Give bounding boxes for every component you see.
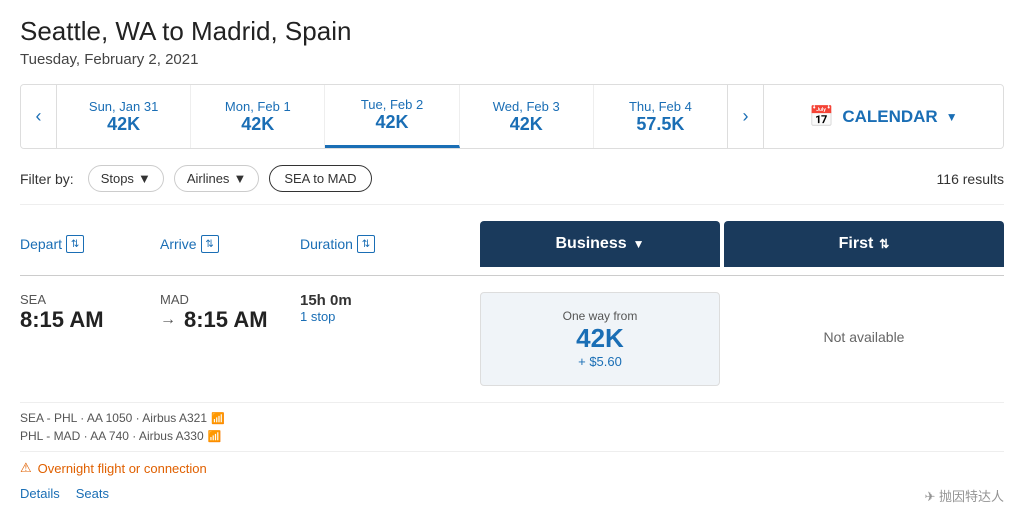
arrive-col: MAD → 8:15 AM (160, 292, 300, 333)
date-item-0[interactable]: Sun, Jan 31 42K (57, 85, 191, 148)
first-label: First (839, 235, 874, 253)
duration-col-header[interactable]: Duration ⇅ (300, 235, 480, 253)
business-price-cell[interactable]: One way from 42K + $5.60 (480, 292, 720, 386)
duration-sort-icon: ⇅ (357, 235, 375, 253)
date-label-2: Tue, Feb 2 (361, 97, 423, 112)
stops-filter[interactable]: Stops ▼ (88, 165, 164, 192)
flight-row: SEA 8:15 AM MAD → 8:15 AM 15h 0m 1 stop … (20, 276, 1004, 403)
arrive-col-header[interactable]: Arrive ⇅ (160, 235, 300, 253)
business-price-points: 42K (576, 323, 624, 354)
depart-col-header[interactable]: Depart ⇅ (20, 235, 160, 253)
first-not-available: Not available (824, 329, 905, 345)
first-col-header[interactable]: First ⇅ (724, 221, 1004, 267)
depart-sort-icon: ⇅ (66, 235, 84, 253)
stops-label: Stops (101, 171, 134, 186)
duration-label: Duration (300, 236, 353, 252)
stops-value[interactable]: 1 stop (300, 309, 480, 324)
date-label-1: Mon, Feb 1 (225, 99, 291, 114)
business-label: Business (555, 235, 626, 253)
segment-1: PHL - MAD · AA 740 · Airbus A330 📶 (20, 429, 1004, 443)
date-item-2[interactable]: Tue, Feb 2 42K (325, 85, 459, 148)
page-subtitle: Tuesday, February 2, 2021 (20, 51, 1004, 68)
wifi-0-icon: 📶 (211, 412, 225, 425)
arrive-time: 8:15 AM (184, 307, 268, 333)
date-nav: ‹ Sun, Jan 31 42K Mon, Feb 1 42K Tue, Fe… (20, 84, 1004, 149)
date-points-3: 42K (510, 114, 543, 135)
stops-chevron-icon: ▼ (138, 171, 151, 186)
calendar-label: CALENDAR (842, 107, 937, 127)
overnight-text: Overnight flight or connection (38, 461, 207, 476)
date-label-0: Sun, Jan 31 (89, 99, 158, 114)
filter-row: Filter by: Stops ▼ Airlines ▼ SEA to MAD… (20, 165, 1004, 205)
date-points-2: 42K (375, 112, 408, 133)
airlines-chevron-icon: ▼ (233, 171, 246, 186)
depart-arrow-icon: → (160, 311, 176, 329)
duration-col: 15h 0m 1 stop (300, 292, 480, 324)
watermark: ✈ 抛因特达人 (924, 486, 1004, 505)
results-count: 116 results (937, 171, 1004, 187)
details-link[interactable]: Details (20, 486, 60, 501)
date-item-4[interactable]: Thu, Feb 4 57.5K (594, 85, 727, 148)
results-header: Depart ⇅ Arrive ⇅ Duration ⇅ Business ▼ … (20, 221, 1004, 276)
first-price-cell: Not available (724, 292, 1004, 382)
date-item-3[interactable]: Wed, Feb 3 42K (460, 85, 594, 148)
next-arrow[interactable]: › (727, 85, 763, 148)
date-points-1: 42K (241, 114, 274, 135)
depart-label: Depart (20, 236, 62, 252)
route-tag[interactable]: SEA to MAD (269, 165, 371, 192)
overnight-warning: ⚠ Overnight flight or connection (20, 460, 1004, 476)
business-price-cash: + $5.60 (578, 354, 622, 369)
page-title: Seattle, WA to Madrid, Spain (20, 16, 1004, 47)
date-list: Sun, Jan 31 42K Mon, Feb 1 42K Tue, Feb … (57, 85, 727, 148)
date-item-1[interactable]: Mon, Feb 1 42K (191, 85, 325, 148)
segment-0-text: SEA - PHL · AA 1050 · Airbus A321 (20, 411, 207, 425)
date-label-4: Thu, Feb 4 (629, 99, 692, 114)
segment-1-text: PHL - MAD · AA 740 · Airbus A330 (20, 429, 204, 443)
date-points-0: 42K (107, 114, 140, 135)
depart-col: SEA 8:15 AM (20, 292, 160, 333)
first-sort-icon: ⇅ (879, 237, 889, 251)
arrive-sort-icon: ⇅ (201, 235, 219, 253)
action-links: Details Seats (20, 482, 1004, 505)
flight-details: SEA - PHL · AA 1050 · Airbus A321 📶 PHL … (20, 403, 1004, 452)
business-col-header[interactable]: Business ▼ (480, 221, 720, 267)
calendar-chevron-icon: ▼ (946, 110, 958, 124)
seats-link[interactable]: Seats (76, 486, 109, 501)
arrive-label: Arrive (160, 236, 197, 252)
warning-icon: ⚠ (20, 460, 32, 476)
arrive-code: MAD (160, 292, 300, 307)
business-price-label: One way from (563, 309, 638, 323)
depart-time: 8:15 AM (20, 307, 160, 333)
calendar-button[interactable]: 📅 CALENDAR ▼ (763, 85, 1003, 148)
prev-arrow[interactable]: ‹ (21, 85, 57, 148)
airlines-label: Airlines (187, 171, 230, 186)
duration-value: 15h 0m (300, 292, 480, 309)
filter-label: Filter by: (20, 171, 74, 187)
airlines-filter[interactable]: Airlines ▼ (174, 165, 260, 192)
date-points-4: 57.5K (636, 114, 684, 135)
business-chevron-icon: ▼ (633, 237, 645, 251)
depart-code: SEA (20, 292, 160, 307)
date-label-3: Wed, Feb 3 (493, 99, 560, 114)
segment-0: SEA - PHL · AA 1050 · Airbus A321 📶 (20, 411, 1004, 425)
wifi-1-icon: 📶 (208, 430, 222, 443)
calendar-icon: 📅 (809, 104, 834, 129)
